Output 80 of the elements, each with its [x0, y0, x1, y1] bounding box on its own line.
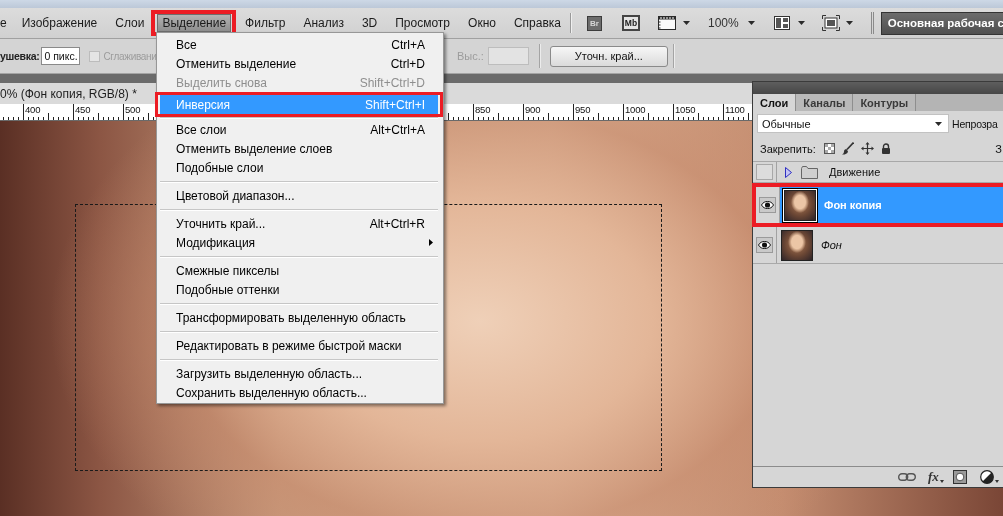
eye-icon [758, 241, 771, 249]
lock-label: Закрепить: [760, 142, 816, 155]
app-button[interactable]: Mb [622, 15, 640, 31]
layer-name: Движение [829, 166, 881, 178]
menu-bar-item[interactable]: е [0, 14, 12, 32]
caret-icon[interactable] [797, 21, 805, 25]
menu-item[interactable]: Смежные пикселы [160, 261, 438, 280]
blend-mode-dropdown[interactable]: Обычные [757, 114, 949, 133]
eye-icon [761, 201, 774, 209]
panel-tab[interactable]: Слои [753, 94, 797, 111]
layer-row[interactable]: Движение [753, 162, 1003, 183]
menu-item[interactable]: Отменить выделение слоев [160, 139, 438, 158]
menu-bar-item[interactable]: 3D [356, 14, 383, 32]
menu-bar-item[interactable]: Анализ [298, 14, 349, 32]
menu-item[interactable]: Подобные оттенки [160, 280, 438, 299]
layer-thumbnail [784, 189, 816, 221]
caret-icon[interactable] [747, 21, 755, 25]
document-tab[interactable]: 0% (Фон копия, RGB/8) * [0, 86, 137, 101]
menu-item[interactable]: Все слои Alt+Ctrl+A [160, 120, 438, 139]
caret-icon[interactable] [683, 21, 690, 25]
ruler-label: 900 [524, 104, 542, 115]
menu-item[interactable]: Загрузить выделенную область... [160, 364, 438, 383]
ruler-label: 500 [124, 104, 142, 115]
menu-bar-item[interactable]: Окно [463, 14, 501, 32]
lock-icon[interactable] [880, 143, 891, 154]
menu-item[interactable]: Сохранить выделенную область... [160, 383, 438, 402]
ruler-label: 850 [474, 104, 492, 115]
menu-bar-item[interactable]: Слои [110, 14, 150, 32]
caret-icon[interactable] [845, 21, 853, 25]
workspace-button[interactable]: Основная рабочая с [880, 11, 1003, 35]
panel-tab[interactable]: Каналы [796, 94, 854, 111]
caret-icon[interactable] [939, 480, 944, 483]
layer-name: Фон копия [824, 199, 882, 211]
zoom-level[interactable]: 100% [708, 16, 739, 30]
visibility-toggle[interactable] [759, 197, 776, 213]
ruler-label: 950 [574, 104, 592, 115]
folder-icon [801, 165, 818, 179]
layer-thumbnail [781, 229, 813, 261]
feather-label: ушевка: [0, 50, 40, 62]
ruler-label: 1050 [674, 104, 697, 115]
menu-item[interactable]: Все Ctrl+A [160, 35, 438, 54]
move-icon[interactable] [860, 142, 874, 155]
menu-bar-item[interactable]: Фильтр [240, 14, 291, 32]
feather-field[interactable]: 0 пикс. [41, 47, 81, 65]
menu-bar-item[interactable]: Выделение [157, 14, 232, 32]
ruler-label: 450 [74, 104, 92, 115]
menu-bar-item[interactable]: Просмотр [390, 14, 456, 32]
menu-item[interactable]: Отменить выделение Ctrl+D [160, 54, 438, 73]
half-circle-icon[interactable] [979, 470, 994, 484]
menu-item[interactable]: Редактировать в режиме быстрой маски [160, 336, 438, 355]
menu-item[interactable]: Цветовой диапазон... [160, 186, 438, 205]
brush-icon[interactable] [841, 142, 854, 155]
menu-item[interactable]: Трансформировать выделенную область [160, 308, 438, 327]
checkerboard-icon[interactable] [823, 143, 835, 154]
expand-arrow-icon[interactable] [785, 166, 792, 178]
ruler-label: 1000 [624, 104, 647, 115]
layer-row[interactable]: Фон [753, 227, 1003, 264]
screen-mode-icon[interactable] [821, 15, 840, 31]
visibility-toggle[interactable] [756, 164, 773, 180]
effects-button[interactable]: fx [928, 470, 939, 484]
opacity-label: Непрозра [952, 117, 998, 130]
layer-name: Фон [821, 239, 842, 251]
ruler-label: 400 [24, 104, 42, 115]
panel-tab[interactable]: Контуры [853, 94, 917, 111]
menu-item[interactable]: Подобные слои [160, 158, 438, 177]
visibility-toggle[interactable] [756, 237, 773, 253]
caret-icon[interactable] [994, 480, 999, 483]
height-label: Выс.: [457, 50, 484, 62]
app-button[interactable]: Br [587, 15, 602, 31]
refine-edge-button[interactable]: Уточн. край... [549, 45, 668, 67]
mask-icon[interactable] [952, 470, 967, 484]
layout-icon[interactable] [773, 16, 790, 30]
ruler-label: 1100 [724, 104, 746, 115]
link-icon[interactable] [898, 473, 916, 481]
frame-icon[interactable] [658, 16, 676, 30]
fill-label: З [995, 142, 1003, 155]
menu-bar-item[interactable]: Справка [508, 14, 566, 32]
menu-bar-item[interactable]: Изображение [16, 14, 103, 32]
menu-item[interactable]: Модификация [160, 233, 438, 252]
menu-item[interactable]: Уточнить край... Alt+Ctrl+R [160, 214, 438, 233]
